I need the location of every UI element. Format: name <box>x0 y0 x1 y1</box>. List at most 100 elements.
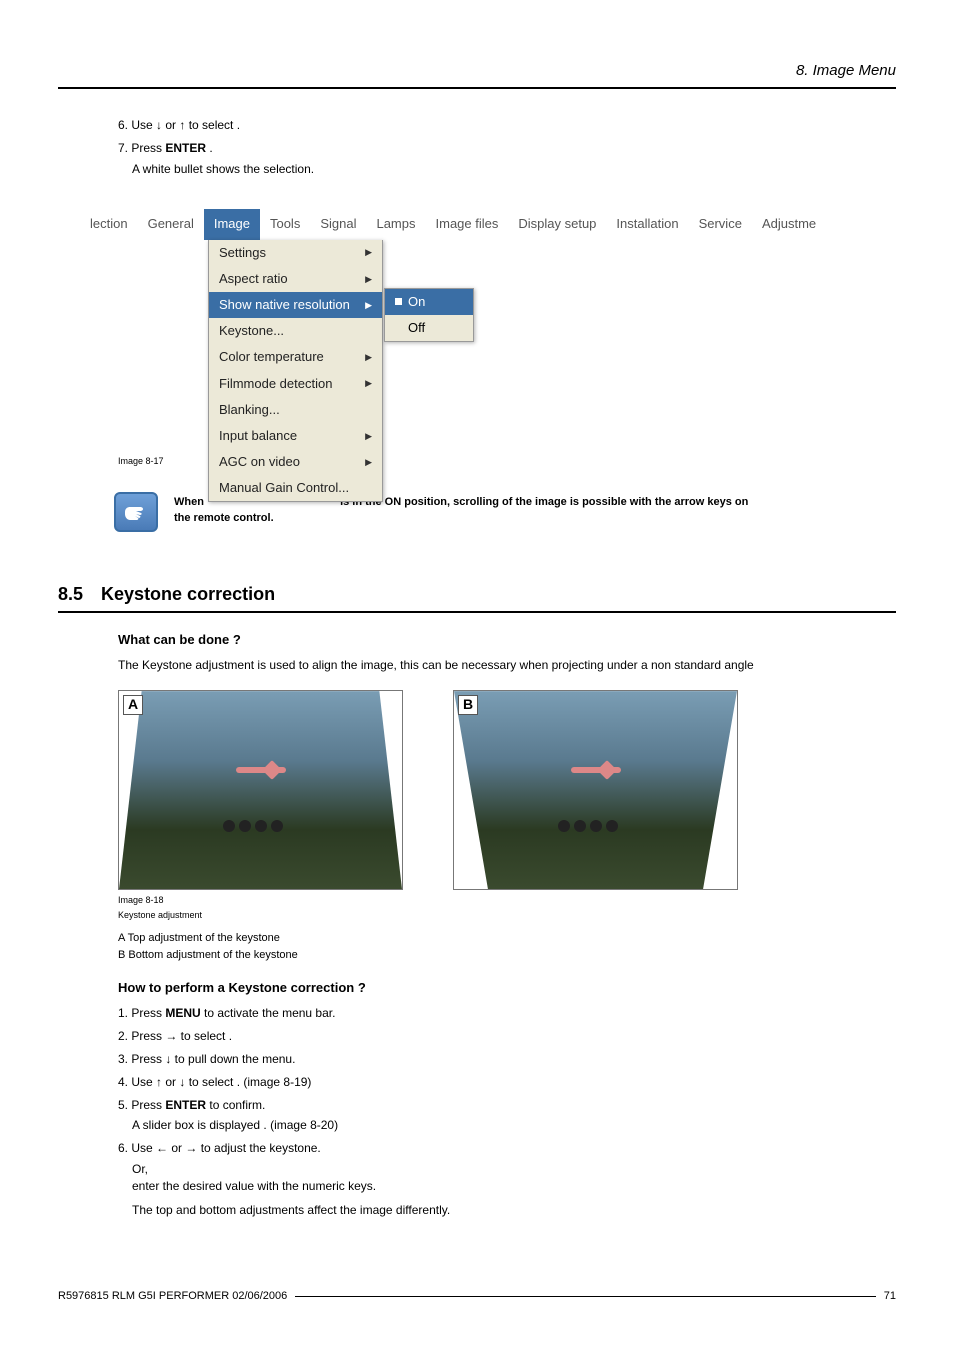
menubar-item-image-files[interactable]: Image files <box>426 209 509 239</box>
menu-item-label: Settings <box>219 244 266 262</box>
submenu-arrow-icon: ▶ <box>365 273 372 286</box>
s1a: 1. Press <box>118 1006 165 1020</box>
submenu-item-label: On <box>408 293 425 311</box>
menu-item-show-native-resolution[interactable]: Show native resolution ▶ <box>209 292 382 318</box>
menubar: lectionGeneralImageToolsSignalLampsImage… <box>80 209 896 239</box>
menu-item-label: Show native resolution <box>219 296 350 314</box>
menu-item-filmmode-detection[interactable]: Filmmode detection ▶ <box>209 371 382 397</box>
menu-item-aspect-ratio[interactable]: Aspect ratio ▶ <box>209 266 382 292</box>
submenu-arrow-icon: ▶ <box>365 456 372 469</box>
step-7-suffix: . <box>206 141 213 155</box>
keystone-images: A B <box>118 690 896 890</box>
menu-item-label: Keystone... <box>219 322 284 340</box>
dropdown-menu: Settings▶Aspect ratio▶Show native resolu… <box>208 240 383 503</box>
step-7: 7. Press ENTER . A white bullet shows th… <box>118 140 896 178</box>
submenu-arrow-icon: ▶ <box>365 246 372 259</box>
menubar-item-lection[interactable]: lection <box>80 209 138 239</box>
s1b: MENU <box>165 1006 200 1020</box>
selection-bullet-icon <box>395 298 402 305</box>
step-7-prefix: 7. Press <box>118 141 165 155</box>
howto-step-6-or: Or, <box>132 1161 896 1178</box>
step-7-bold: ENTER <box>165 141 206 155</box>
howto-step-6-sub2: The top and bottom adjustments affect th… <box>132 1202 896 1219</box>
image-label-a: A <box>123 695 143 715</box>
menu-item-label: Blanking... <box>219 401 280 419</box>
image-caption-8-18b: Keystone adjustment <box>118 909 896 922</box>
image-label-b: B <box>458 695 478 715</box>
howto-step-6-sub1: enter the desired value with the numeric… <box>132 1178 896 1195</box>
menubar-item-service[interactable]: Service <box>689 209 752 239</box>
menu-item-color-temperature[interactable]: Color temperature ▶ <box>209 344 382 370</box>
legend-b: B Bottom adjustment of the keystone <box>118 948 896 963</box>
section-8-5-heading: 8.5 Keystone correction <box>58 582 896 613</box>
page-footer: R5976815 RLM G5I PERFORMER 02/06/2006 71 <box>58 1289 896 1304</box>
menu-item-agc-on-video[interactable]: AGC on video ▶ <box>209 449 382 475</box>
menu-item-manual-gain-control-[interactable]: Manual Gain Control... <box>209 475 382 501</box>
menu-item-label: AGC on video <box>219 453 300 471</box>
image-caption-8-18: Image 8-18 <box>118 894 896 907</box>
menu-item-label: Filmmode detection <box>219 375 332 393</box>
submenu: On Off <box>384 288 474 342</box>
section-number: 8.5 <box>58 582 83 607</box>
menubar-item-lamps[interactable]: Lamps <box>366 209 425 239</box>
footer-line <box>295 1296 875 1297</box>
menu-item-label: Manual Gain Control... <box>219 479 349 497</box>
submenu-arrow-icon: ▶ <box>365 299 372 312</box>
s6: 6. Use ← or → to adjust the keystone. <box>118 1141 321 1155</box>
step-6: 6. Use ↓ or ↑ to select . <box>118 117 896 134</box>
menubar-item-adjustme[interactable]: Adjustme <box>752 209 826 239</box>
screenshot-menu: lectionGeneralImageToolsSignalLampsImage… <box>58 189 896 449</box>
note-line2: the remote control. <box>174 512 274 524</box>
howto-step-3: 3. Press ↓ to pull down the menu. <box>118 1051 896 1068</box>
page-header: 8. Image Menu <box>58 60 896 89</box>
legend-a: A Top adjustment of the keystone <box>118 931 896 946</box>
step-7-sub: A white bullet shows the selection. <box>132 161 896 178</box>
wheels-graphic <box>556 820 636 834</box>
menubar-item-image[interactable]: Image <box>204 209 260 239</box>
menu-item-label: Aspect ratio <box>219 270 288 288</box>
menu-item-keystone-[interactable]: Keystone... <box>209 318 382 344</box>
menubar-item-general[interactable]: General <box>138 209 204 239</box>
howto-step-1: 1. Press MENU to activate the menu bar. <box>118 1005 896 1022</box>
menubar-item-signal[interactable]: Signal <box>310 209 366 239</box>
footer-left: R5976815 RLM G5I PERFORMER 02/06/2006 <box>58 1289 287 1304</box>
submenu-arrow-icon: ▶ <box>365 377 372 390</box>
image-b: B <box>453 690 738 890</box>
step-6-suffix: . <box>237 118 240 132</box>
menubar-item-display-setup[interactable]: Display setup <box>508 209 606 239</box>
legend: A Top adjustment of the keystone B Botto… <box>118 931 896 963</box>
s1c: to activate the menu bar. <box>201 1006 336 1020</box>
submenu-arrow-icon: ▶ <box>365 351 372 364</box>
s5c: to confirm. <box>206 1098 265 1112</box>
submenu-item-label: Off <box>408 319 425 337</box>
howto-step-4: 4. Use ↑ or ↓ to select . (image 8-19) <box>118 1074 896 1091</box>
menubar-item-tools[interactable]: Tools <box>260 209 310 239</box>
footer-page-number: 71 <box>884 1289 896 1304</box>
howto-step-2: 2. Press → to select . <box>118 1028 896 1045</box>
howto-step-5-sub: A slider box is displayed . (image 8-20) <box>132 1117 896 1134</box>
plane-graphic <box>566 760 626 780</box>
menu-item-input-balance[interactable]: Input balance ▶ <box>209 423 382 449</box>
s5a: 5. Press <box>118 1098 165 1112</box>
menubar-item-installation[interactable]: Installation <box>606 209 688 239</box>
howto-step-5: 5. Press ENTER to confirm. A slider box … <box>118 1097 896 1135</box>
subhead-howto: How to perform a Keystone correction ? <box>118 979 896 997</box>
submenu-item-off[interactable]: Off <box>385 315 473 341</box>
submenu-arrow-icon: ▶ <box>365 430 372 443</box>
step-6-prefix: 6. Use ↓ or ↑ to select <box>118 118 237 132</box>
wheels-graphic <box>221 820 301 834</box>
plane-graphic <box>231 760 291 780</box>
menu-item-label: Input balance <box>219 427 297 445</box>
menu-item-blanking-[interactable]: Blanking... <box>209 397 382 423</box>
section-title: Keystone correction <box>101 582 275 607</box>
howto-step-6: 6. Use ← or → to adjust the keystone. Or… <box>118 1140 896 1219</box>
submenu-item-on[interactable]: On <box>385 289 473 315</box>
steps-top: 6. Use ↓ or ↑ to select . 7. Press ENTER… <box>118 117 896 177</box>
subhead-what: What can be done ? <box>118 631 896 649</box>
steps-howto: 1. Press MENU to activate the menu bar. … <box>118 1005 896 1219</box>
menu-item-settings[interactable]: Settings ▶ <box>209 240 382 266</box>
image-a: A <box>118 690 403 890</box>
menu-item-label: Color temperature <box>219 348 324 366</box>
s5b: ENTER <box>165 1098 206 1112</box>
para-what: The Keystone adjustment is used to align… <box>118 657 896 674</box>
